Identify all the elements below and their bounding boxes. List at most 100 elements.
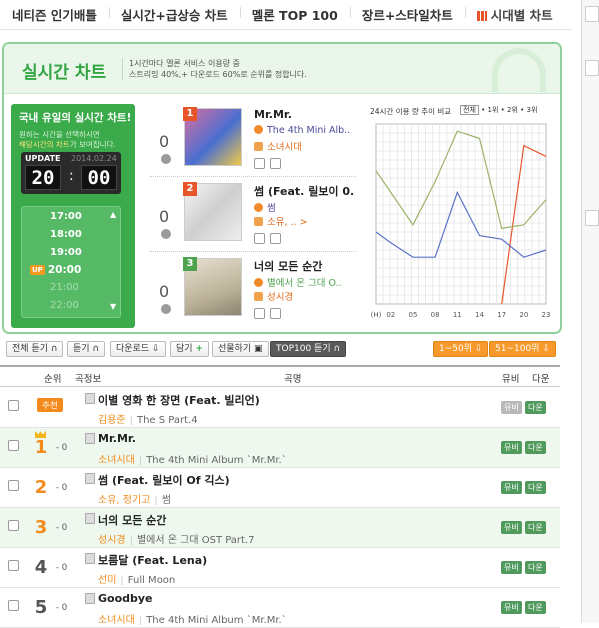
sidebar-widget[interactable] (585, 210, 599, 226)
sidebar-widget[interactable] (585, 6, 599, 22)
song-info-icon[interactable] (85, 473, 95, 484)
download-row-button[interactable]: 다운 (525, 601, 546, 614)
artist-link[interactable]: 성시경 (98, 535, 126, 546)
range-51-100-button[interactable]: 51~100위 ⇩ (489, 341, 556, 357)
chevron-down-icon[interactable]: ▼ (110, 302, 116, 311)
table-row[interactable]: 1 - 0 Mr.Mr. 소녀시대 | The 4th Mini Album `Mr… (0, 428, 560, 468)
song-info-icon[interactable] (85, 433, 95, 444)
album-link[interactable]: The 4th Mini Album `Mr.Mr.` (146, 455, 287, 466)
play-button[interactable]: 듣기 ∩ (67, 341, 106, 357)
mv-button[interactable]: 뮤비 (501, 561, 522, 574)
mv-button[interactable]: 뮤비 (501, 441, 522, 454)
download-row-button[interactable]: 다운 (525, 521, 546, 534)
legend-rank1[interactable]: • 1위 (481, 106, 498, 114)
download-icon[interactable] (270, 233, 281, 244)
table-row[interactable]: 2 - 0 썸 (Feat. 릴보이 Of 긱스) 소유, 정기고 | 썸 뮤비 다… (0, 468, 560, 508)
add-button[interactable]: 담기 + (170, 341, 209, 357)
row-checkbox[interactable] (8, 520, 19, 531)
mv-button[interactable]: 뮤비 (501, 481, 522, 494)
mv-button[interactable]: 뮤비 (501, 601, 522, 614)
artist-link[interactable]: 김용준 (98, 415, 126, 426)
artist-line[interactable]: 소녀시대 (254, 139, 302, 153)
time-option[interactable]: 21:00 (50, 282, 79, 293)
row-checkbox[interactable] (8, 440, 19, 451)
chevron-up-icon[interactable]: ▲ (110, 210, 116, 219)
time-option[interactable]: 17:00 (50, 211, 82, 222)
table-row[interactable]: 5 - 0 Goodbye 소녀시대 | The 4th Mini Album `M… (0, 588, 560, 628)
album-link[interactable]: Full Moon (128, 575, 175, 586)
artist-link[interactable]: 선미 (98, 575, 116, 586)
nav-top100[interactable]: 멜론 TOP 100 (239, 5, 350, 24)
album-line[interactable]: 썸 (254, 200, 276, 214)
download-icon[interactable] (270, 158, 281, 169)
song-title[interactable]: Mr.Mr. (254, 108, 292, 121)
sidebar-widget[interactable] (585, 60, 599, 76)
artist-link[interactable]: 소녀시대 (98, 455, 135, 466)
range-1-50-button[interactable]: 1~50위 ⇩ (433, 341, 489, 357)
artist-link[interactable]: 소유, 정기고 (98, 495, 150, 506)
album-icon (254, 278, 263, 287)
table-row[interactable]: 추천 이별 영화 한 장면 (Feat. 빌리언) 김용준 | The S Part… (0, 388, 560, 428)
chart-item[interactable]: 0 1 Mr.Mr. The 4th Mini Alb.. 소녀시대 (150, 102, 356, 177)
chart-item[interactable]: 0 3 너의 모든 순간 별에서 온 그대 O.. 성시경 (150, 252, 356, 327)
headphone-icon[interactable] (254, 308, 265, 319)
row-checkbox[interactable] (8, 400, 19, 411)
album-art[interactable]: 2 (183, 182, 242, 241)
download-button[interactable]: 다운로드 ⇩ (110, 341, 166, 357)
headphone-icon[interactable] (254, 158, 265, 169)
album-link[interactable]: 썸 (162, 495, 171, 506)
download-row-button[interactable]: 다운 (525, 401, 546, 414)
time-option-selected[interactable]: UP 20:00 (30, 264, 81, 276)
nav-netizen-battle[interactable]: 네티즌 인기배틀 (0, 5, 109, 24)
song-info-icon[interactable] (85, 393, 95, 404)
album-line[interactable]: 별에서 온 그대 O.. (254, 275, 342, 289)
headphone-icon[interactable] (254, 233, 265, 244)
time-option[interactable]: 18:00 (50, 229, 82, 240)
download-row-button[interactable]: 다운 (525, 481, 546, 494)
song-info-icon[interactable] (85, 593, 95, 604)
album-link[interactable]: The S Part.4 (137, 415, 198, 426)
time-option[interactable]: 22:00 (50, 300, 79, 311)
song-title[interactable]: 너의 모든 순간 (98, 512, 166, 528)
song-title[interactable]: 보름달 (Feat. Lena) (98, 552, 207, 568)
album-link[interactable]: 별에서 온 그대 OST Part.7 (137, 535, 255, 546)
album-art[interactable]: 1 (183, 107, 242, 166)
artist-link[interactable]: 소녀시대 (98, 615, 135, 626)
nav-era-chart[interactable]: 시대별 차트 (464, 5, 565, 24)
legend-all[interactable]: 전체 (460, 105, 479, 115)
song-title[interactable]: 썸 (Feat. 릴보이 0. (254, 183, 354, 199)
gift-button[interactable]: 선물하기 ▣ (212, 341, 269, 357)
row-checkbox[interactable] (8, 600, 19, 611)
legend-rank2[interactable]: • 2위 (501, 106, 518, 114)
album-art[interactable]: 3 (183, 257, 242, 316)
mv-button[interactable]: 뮤비 (501, 521, 522, 534)
row-checkbox[interactable] (8, 560, 19, 571)
top100-play-button[interactable]: TOP100 듣기 ∩ (270, 341, 347, 357)
mv-button[interactable]: 뮤비 (501, 401, 522, 414)
table-row[interactable]: 4 - 0 보름달 (Feat. Lena) 선미 | Full Moon 뮤비 다… (0, 548, 560, 588)
album-link[interactable]: The 4th Mini Album `Mr.Mr.` (146, 615, 287, 626)
chart-item[interactable]: 0 2 썸 (Feat. 릴보이 0. 썸 소유, .. > (150, 177, 356, 252)
song-info-icon[interactable] (85, 553, 95, 564)
time-option[interactable]: 19:00 (50, 247, 82, 258)
artist-line[interactable]: 성시경 (254, 289, 293, 303)
play-all-button[interactable]: 전체 듣기 ∩ (6, 341, 64, 357)
download-row-button[interactable]: 다운 (525, 441, 546, 454)
album-line[interactable]: The 4th Mini Alb.. (254, 125, 350, 136)
x-tick-label: 23 (542, 311, 551, 319)
nav-realtime-chart[interactable]: 실시간+급상승 차트 (108, 5, 240, 24)
download-row-button[interactable]: 다운 (525, 561, 546, 574)
legend-rank3[interactable]: • 3위 (520, 106, 537, 114)
nav-genre-chart[interactable]: 장르+스타일차트 (349, 5, 465, 24)
download-icon[interactable] (270, 308, 281, 319)
artist-line[interactable]: 소유, .. > (254, 214, 308, 228)
song-title[interactable]: 썸 (Feat. 릴보이 Of 긱스) (98, 472, 230, 488)
song-title[interactable]: 너의 모든 순간 (254, 258, 322, 274)
song-title[interactable]: Goodbye (98, 592, 153, 605)
song-info-icon[interactable] (85, 513, 95, 524)
table-row[interactable]: 3 - 0 너의 모든 순간 성시경 | 별에서 온 그대 OST Part.7 뮤… (0, 508, 560, 548)
up-badge: UP (30, 265, 45, 275)
row-checkbox[interactable] (8, 480, 19, 491)
song-title[interactable]: 이별 영화 한 장면 (Feat. 빌리언) (98, 392, 260, 408)
song-title[interactable]: Mr.Mr. (98, 432, 136, 445)
